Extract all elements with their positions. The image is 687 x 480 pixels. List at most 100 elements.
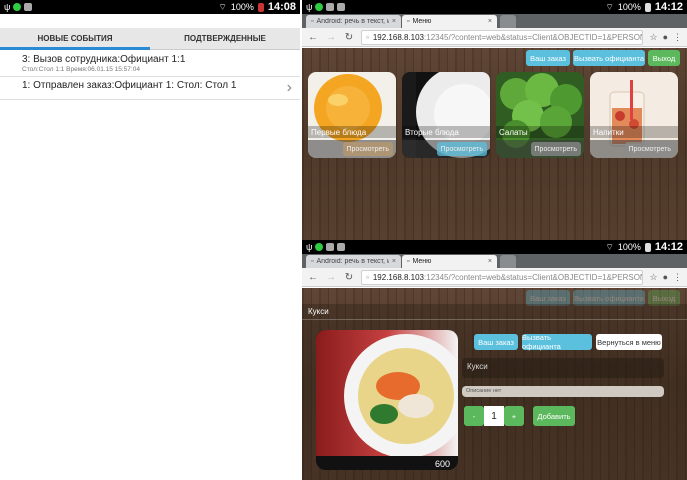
browser-tab-label: Меню: [412, 258, 432, 265]
back-to-menu-button[interactable]: Вернуться в меню: [596, 334, 662, 350]
event-subtitle: Стол:Стол 1:1 Время:06.01.15 15:57:04: [22, 66, 140, 73]
view-button[interactable]: Просмотреть: [436, 142, 487, 156]
wifi-icon: ⌔: [218, 1, 227, 12]
battery-icon: [644, 242, 651, 252]
page-info-icon: ▫: [366, 32, 369, 42]
screenshot-icon: [24, 3, 33, 11]
browser-dish-window: ψ ⌔ 100% 14:12 ▫ Android: речь в текст, …: [302, 240, 687, 480]
star-icon[interactable]: ☆: [649, 272, 657, 283]
browser-tabstrip: ▫ Android: речь в текст, испо × ▫ Меню ×: [302, 254, 687, 268]
battery-percent: 100%: [617, 2, 641, 12]
gallery-icon: [326, 243, 335, 251]
browser-tab-label: Android: речь в текст, испо: [316, 258, 388, 265]
dish-modal: Кукси 600 Ваш заказ Вызвать официанта Ве…: [302, 304, 687, 480]
wifi-icon: ⌔: [605, 1, 614, 12]
back-icon[interactable]: ←: [307, 272, 319, 283]
url-host: 192.168.8.103: [372, 272, 425, 282]
browser-tab-active[interactable]: ▫ Меню ×: [402, 15, 497, 28]
call-waiter-button[interactable]: Вызвать официанта: [522, 333, 592, 351]
menu-page: Ваш заказ Вызвать официанта Выход Первые…: [302, 48, 687, 240]
toolbar: ← → ↻ ▫ 192.168.8.103:12345/?content=web…: [302, 268, 687, 287]
usb-icon: ψ: [306, 242, 313, 252]
new-tab-button[interactable]: [500, 255, 516, 268]
forward-icon[interactable]: →: [325, 32, 337, 43]
call-waiter-button[interactable]: Вызвать официанта: [573, 50, 645, 66]
event-list: 3: Вызов сотрудника:Официант 1:1 Стол:Ст…: [0, 51, 300, 100]
back-icon[interactable]: ←: [307, 32, 319, 43]
toolbar: ← → ↻ ▫ 192.168.8.103:12345/?content=web…: [302, 28, 687, 47]
battery-percent: 100%: [230, 2, 254, 12]
tab-new-events[interactable]: НОВЫЕ СОБЫТИЯ: [0, 28, 150, 50]
address-bar[interactable]: ▫ 192.168.8.103:12345/?content=web&statu…: [361, 29, 644, 45]
status-bar: ψ ⌔ 100% 14:12: [302, 240, 687, 254]
dish-name-field: Кукси: [462, 358, 664, 378]
add-to-order-button[interactable]: Добавить: [533, 406, 575, 426]
dish-page: Ваш заказ Вызвать официанта Выход Кукси: [302, 288, 687, 480]
category-card-salads[interactable]: Салаты Просмотреть: [496, 72, 584, 158]
address-bar[interactable]: ▫ 192.168.8.103:12345/?content=web&statu…: [361, 269, 644, 285]
app-notification-icon: [315, 3, 324, 11]
menu-icon[interactable]: ⋮: [673, 272, 682, 283]
page-info-icon: ▫: [366, 272, 369, 282]
close-icon[interactable]: ×: [488, 258, 492, 265]
reload-icon[interactable]: ↻: [343, 32, 355, 43]
dish-price: 600: [434, 459, 450, 469]
increase-quantity-button[interactable]: +: [504, 406, 524, 426]
menu-icon[interactable]: ⋮: [673, 32, 682, 43]
page-icon: ▫: [311, 258, 314, 265]
event-tabs: НОВЫЕ СОБЫТИЯ ПОДТВЕРЖДЕННЫЕ: [0, 28, 300, 50]
category-label: Салаты: [496, 126, 584, 138]
exit-button[interactable]: Выход: [648, 50, 680, 66]
quantity-input[interactable]: 1: [484, 406, 504, 426]
browser-tab[interactable]: ▫ Android: речь в текст, испо ×: [306, 15, 401, 28]
list-item[interactable]: 3: Вызов сотрудника:Официант 1:1 Стол:Ст…: [0, 51, 300, 77]
browser-menu-window: ψ ⌔ 100% 14:12 ▫ Android: речь в текст, …: [302, 0, 687, 240]
new-tab-button[interactable]: [500, 15, 516, 28]
category-card-first-courses[interactable]: Первые блюда Просмотреть: [308, 72, 396, 158]
battery-icon: [644, 2, 651, 12]
star-icon[interactable]: ☆: [649, 32, 657, 43]
category-label: Вторые блюда: [402, 126, 490, 138]
browser-tab-label: Android: речь в текст, испо: [316, 18, 388, 25]
usb-icon: ψ: [306, 2, 313, 12]
dish-photo: [316, 330, 458, 470]
url-path: :12345/?content=web&status=Client&OBJECT…: [424, 272, 644, 282]
app-notification-icon: [13, 3, 22, 11]
list-item[interactable]: 1: Отправлен заказ:Официант 1: Стол: Сто…: [0, 77, 300, 100]
forward-icon[interactable]: →: [325, 272, 337, 283]
mic-icon[interactable]: ●: [663, 32, 668, 43]
screenshot-icon: [337, 3, 346, 11]
category-card-drinks[interactable]: Напитки Просмотреть: [590, 72, 678, 158]
chevron-right-icon: ›: [286, 79, 292, 96]
gallery-icon: [326, 3, 335, 11]
tab-label: НОВЫЕ СОБЫТИЯ: [37, 34, 113, 43]
view-button[interactable]: Просмотреть: [342, 142, 393, 156]
clock: 14:12: [654, 1, 683, 13]
dish-description: Описание нет: [462, 386, 664, 397]
close-icon[interactable]: ×: [392, 18, 396, 25]
status-bar: ψ ⌔ 100% 14:12: [302, 0, 687, 14]
category-card-second-courses[interactable]: Вторые блюда Просмотреть: [402, 72, 490, 158]
usb-icon: ψ: [4, 2, 11, 12]
close-icon[interactable]: ×: [488, 18, 492, 25]
view-button[interactable]: Просмотреть: [530, 142, 581, 156]
tab-label: ПОДТВЕРЖДЕННЫЕ: [184, 34, 266, 43]
your-order-button[interactable]: Ваш заказ: [526, 50, 570, 66]
close-icon[interactable]: ×: [392, 258, 396, 265]
decrease-quantity-button[interactable]: -: [464, 406, 484, 426]
url-host: 192.168.8.103: [372, 32, 425, 42]
dish-image: 600: [316, 330, 458, 470]
event-title: 3: Вызов сотрудника:Официант 1:1: [22, 54, 186, 65]
tab-confirmed[interactable]: ПОДТВЕРЖДЕННЫЕ: [150, 28, 300, 49]
browser-tab-active[interactable]: ▫ Меню ×: [402, 255, 497, 268]
your-order-button[interactable]: Ваш заказ: [474, 334, 518, 350]
clock: 14:12: [654, 241, 683, 253]
mic-icon[interactable]: ●: [663, 272, 668, 283]
clock: 14:08: [267, 1, 296, 13]
reload-icon[interactable]: ↻: [343, 272, 355, 283]
view-button[interactable]: Просмотреть: [624, 142, 675, 156]
browser-tab[interactable]: ▫ Android: речь в текст, испо ×: [306, 255, 401, 268]
category-label: Первые блюда: [308, 126, 396, 138]
status-bar: ψ ⌔ 100% 14:08: [0, 0, 300, 14]
browser-tab-label: Меню: [412, 18, 432, 25]
